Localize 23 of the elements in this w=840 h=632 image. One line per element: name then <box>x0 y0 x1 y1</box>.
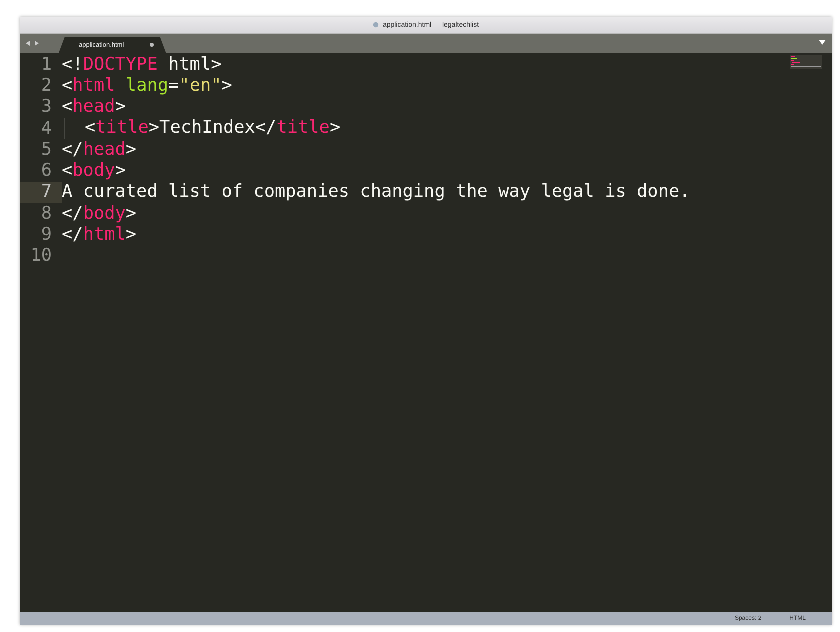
line-number: 9 <box>40 224 53 246</box>
code-line: <!DOCTYPE html> <box>62 54 222 75</box>
line-number: 10 <box>30 246 53 267</box>
code-line: </head> <box>62 140 137 160</box>
tab-navigation-arrows-icon[interactable] <box>26 41 39 46</box>
line-number: 5 <box>40 139 53 160</box>
line-number: 8 <box>40 203 53 224</box>
code-line: <body> <box>62 161 126 182</box>
line-number: 4 <box>40 118 53 140</box>
line-number: 2 <box>40 75 53 97</box>
code-line: A curated list of companies changing the way legal is done. <box>62 182 690 202</box>
code-line: <title>TechIndex</title> <box>62 118 341 140</box>
dropdown-icon[interactable] <box>819 40 826 45</box>
code-line: <head> <box>62 97 126 118</box>
line-number: 3 <box>40 96 53 118</box>
code-line: </html> <box>62 225 137 246</box>
minimap-drawing[interactable] <box>790 55 822 69</box>
line-number: 6 <box>40 160 53 182</box>
line-number: 1 <box>40 54 53 76</box>
code-line: <html lang="en"> <box>62 76 232 96</box>
code-line: </body> <box>62 204 137 224</box>
file-icon <box>372 22 379 28</box>
line-number: 7 <box>20 182 62 204</box>
